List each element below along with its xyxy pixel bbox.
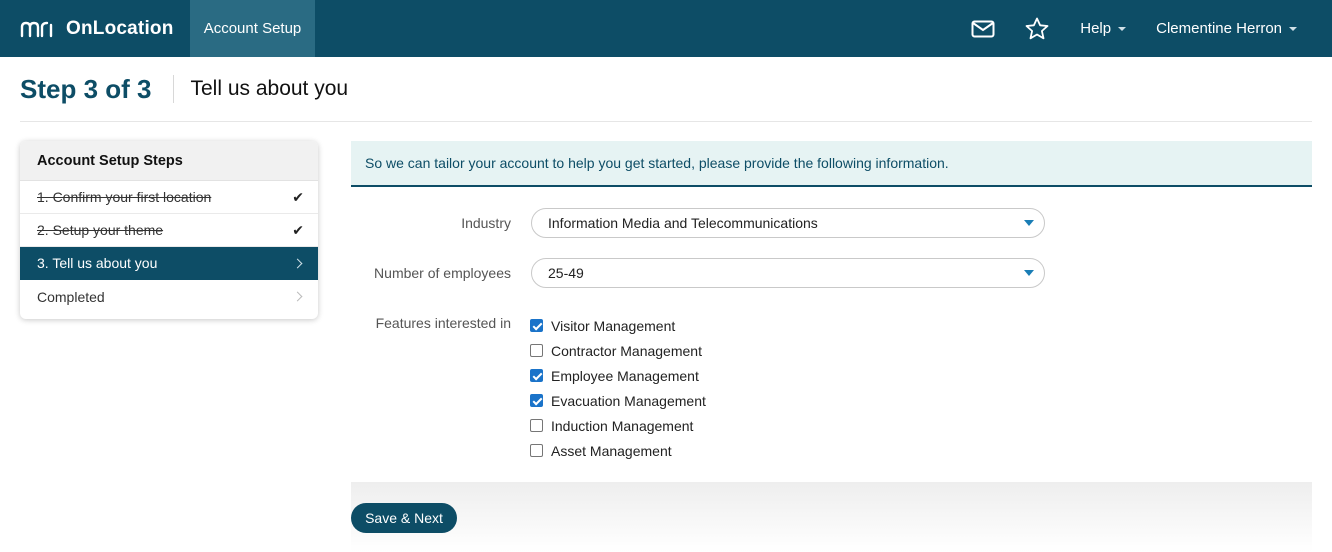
page-title: Step 3 of 3 bbox=[20, 73, 152, 104]
feature-asset-management[interactable]: Asset Management bbox=[530, 438, 706, 463]
feature-label: Induction Management bbox=[551, 417, 694, 434]
step-label: 2. Setup your theme bbox=[37, 222, 164, 238]
save-next-button[interactable]: Save & Next bbox=[351, 503, 457, 533]
nav-right: Help Clementine Herron bbox=[970, 0, 1332, 57]
help-dropdown[interactable]: Help bbox=[1080, 20, 1127, 37]
chevron-down-icon bbox=[1118, 26, 1127, 31]
form-footer bbox=[351, 482, 1312, 552]
chevron-down-icon bbox=[1024, 270, 1034, 276]
step-item-setup-theme[interactable]: 2. Setup your theme ✔ bbox=[20, 214, 318, 247]
feature-checkbox[interactable] bbox=[530, 394, 543, 407]
employees-select[interactable]: 25-49 bbox=[531, 258, 1045, 288]
step-label: 3. Tell us about you bbox=[37, 255, 158, 271]
features-checklist: Visitor Management Contractor Management… bbox=[530, 313, 706, 463]
chevron-right-icon bbox=[292, 291, 303, 302]
tab-account-setup[interactable]: Account Setup bbox=[190, 0, 315, 57]
mail-icon[interactable] bbox=[970, 16, 996, 42]
chevron-down-icon bbox=[1289, 26, 1297, 31]
feature-induction-management[interactable]: Induction Management bbox=[530, 413, 706, 438]
feature-employee-management[interactable]: Employee Management bbox=[530, 363, 706, 388]
industry-value: Information Media and Telecommunications bbox=[548, 215, 818, 231]
features-label: Features interested in bbox=[375, 315, 511, 331]
feature-label: Contractor Management bbox=[551, 342, 702, 359]
page-subtitle: Tell us about you bbox=[190, 77, 349, 100]
checkmark-icon: ✔ bbox=[292, 188, 304, 205]
steps-panel-title: Account Setup Steps bbox=[20, 141, 318, 181]
mri-logo-icon bbox=[20, 21, 53, 37]
feature-checkbox[interactable] bbox=[530, 419, 543, 432]
step-label: 1. Confirm your first location bbox=[37, 189, 212, 205]
industry-select[interactable]: Information Media and Telecommunications bbox=[531, 208, 1045, 238]
user-menu[interactable]: Clementine Herron bbox=[1156, 20, 1297, 37]
step-item-confirm-location[interactable]: 1. Confirm your first location ✔ bbox=[20, 181, 318, 214]
feature-checkbox[interactable] bbox=[530, 444, 543, 457]
user-name: Clementine Herron bbox=[1156, 20, 1282, 37]
step-item-completed[interactable]: Completed bbox=[20, 280, 318, 313]
feature-label: Visitor Management bbox=[551, 317, 676, 334]
employees-value: 25-49 bbox=[548, 265, 584, 281]
industry-label: Industry bbox=[461, 215, 511, 231]
brand[interactable]: OnLocation bbox=[0, 0, 190, 57]
checkmark-icon: ✔ bbox=[292, 221, 304, 238]
feature-label: Asset Management bbox=[551, 442, 672, 459]
feature-checkbox[interactable] bbox=[530, 319, 543, 332]
step-label: Completed bbox=[37, 288, 105, 305]
employees-label: Number of employees bbox=[374, 265, 511, 281]
info-banner: So we can tailor your account to help yo… bbox=[351, 141, 1312, 187]
feature-visitor-management[interactable]: Visitor Management bbox=[530, 313, 706, 338]
feature-evacuation-management[interactable]: Evacuation Management bbox=[530, 388, 706, 413]
setup-steps-panel: Account Setup Steps 1. Confirm your firs… bbox=[20, 141, 318, 319]
feature-checkbox[interactable] bbox=[530, 369, 543, 382]
chevron-down-icon bbox=[1024, 220, 1034, 226]
header-divider bbox=[173, 75, 175, 103]
help-label: Help bbox=[1080, 20, 1112, 37]
feature-checkbox[interactable] bbox=[530, 344, 543, 357]
chevron-right-icon bbox=[292, 258, 303, 268]
star-icon[interactable] bbox=[1024, 16, 1050, 42]
feature-label: Evacuation Management bbox=[551, 392, 706, 409]
step-item-tell-us[interactable]: 3. Tell us about you bbox=[20, 247, 318, 280]
brand-name: OnLocation bbox=[66, 17, 174, 39]
page-header: Step 3 of 3 Tell us about you bbox=[20, 57, 1312, 122]
feature-label: Employee Management bbox=[551, 367, 699, 384]
feature-contractor-management[interactable]: Contractor Management bbox=[530, 338, 706, 363]
top-navbar: OnLocation Account Setup Help Clementine… bbox=[0, 0, 1332, 57]
